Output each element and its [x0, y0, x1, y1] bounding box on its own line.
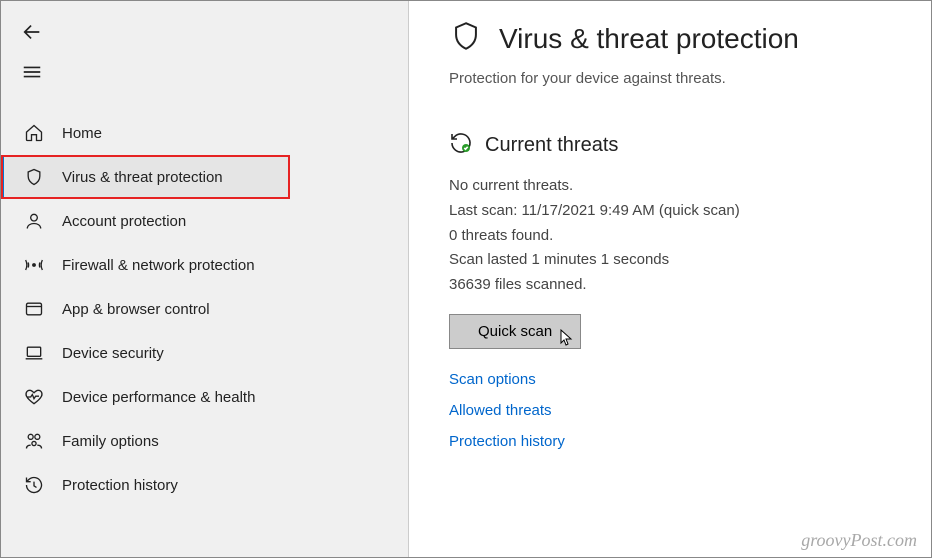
watermark: groovyPost.com: [801, 530, 917, 551]
heart-pulse-icon: [24, 387, 44, 407]
sidebar-item-protection-history[interactable]: Protection history: [1, 463, 408, 507]
sidebar-item-firewall[interactable]: Firewall & network protection: [1, 243, 408, 287]
security-window: Home Virus & threat protection Account p…: [0, 0, 932, 558]
page-header: Virus & threat protection: [449, 19, 891, 58]
sidebar-item-label: Family options: [62, 433, 159, 450]
sidebar-item-label: Protection history: [62, 477, 178, 494]
link-allowed-threats[interactable]: Allowed threats: [449, 402, 891, 419]
sidebar-item-virus-threat[interactable]: Virus & threat protection: [1, 155, 290, 199]
sidebar-item-label: Device security: [62, 345, 164, 362]
family-icon: [24, 431, 44, 451]
section-header-current-threats: Current threats: [449, 131, 891, 160]
home-icon: [24, 123, 44, 143]
section-title: Current threats: [485, 134, 618, 157]
sidebar-item-label: Home: [62, 125, 102, 142]
nav-list: Home Virus & threat protection Account p…: [1, 111, 408, 507]
link-scan-options[interactable]: Scan options: [449, 371, 891, 388]
scan-duration-text: Scan lasted 1 minutes 1 seconds: [449, 248, 891, 273]
sidebar-item-device-security[interactable]: Device security: [1, 331, 408, 375]
browser-icon: [24, 299, 44, 319]
last-scan-text: Last scan: 11/17/2021 9:49 AM (quick sca…: [449, 199, 891, 224]
page-subtitle: Protection for your device against threa…: [449, 70, 891, 87]
threats-found-text: 0 threats found.: [449, 224, 891, 249]
sidebar-item-performance[interactable]: Device performance & health: [1, 375, 408, 419]
threat-status-text: No current threats.: [449, 174, 891, 199]
shield-icon: [24, 167, 44, 187]
page-title: Virus & threat protection: [499, 23, 799, 55]
sidebar-top-controls: [1, 9, 408, 111]
quick-scan-button[interactable]: Quick scan: [449, 314, 581, 349]
links-block: Scan options Allowed threats Protection …: [449, 371, 891, 450]
sidebar-item-account[interactable]: Account protection: [1, 199, 408, 243]
shield-icon: [449, 19, 483, 58]
sidebar-item-label: App & browser control: [62, 301, 210, 318]
main-content: Virus & threat protection Protection for…: [409, 1, 931, 557]
history-icon: [24, 475, 44, 495]
antenna-icon: [24, 255, 44, 275]
sidebar: Home Virus & threat protection Account p…: [1, 1, 409, 557]
quick-scan-label: Quick scan: [478, 323, 552, 340]
threat-status-block: No current threats. Last scan: 11/17/202…: [449, 174, 891, 298]
laptop-icon: [24, 343, 44, 363]
files-scanned-text: 36639 files scanned.: [449, 273, 891, 298]
sidebar-item-home[interactable]: Home: [1, 111, 408, 155]
sidebar-item-app-browser[interactable]: App & browser control: [1, 287, 408, 331]
sidebar-item-label: Firewall & network protection: [62, 257, 255, 274]
sidebar-item-label: Virus & threat protection: [62, 169, 223, 186]
sidebar-item-family[interactable]: Family options: [1, 419, 408, 463]
sidebar-item-label: Account protection: [62, 213, 186, 230]
back-button[interactable]: [21, 21, 43, 43]
sidebar-item-label: Device performance & health: [62, 389, 255, 406]
account-icon: [24, 211, 44, 231]
link-protection-history[interactable]: Protection history: [449, 433, 891, 450]
cursor-icon: [560, 329, 574, 351]
scan-status-icon: [449, 131, 473, 160]
menu-button[interactable]: [21, 61, 43, 83]
